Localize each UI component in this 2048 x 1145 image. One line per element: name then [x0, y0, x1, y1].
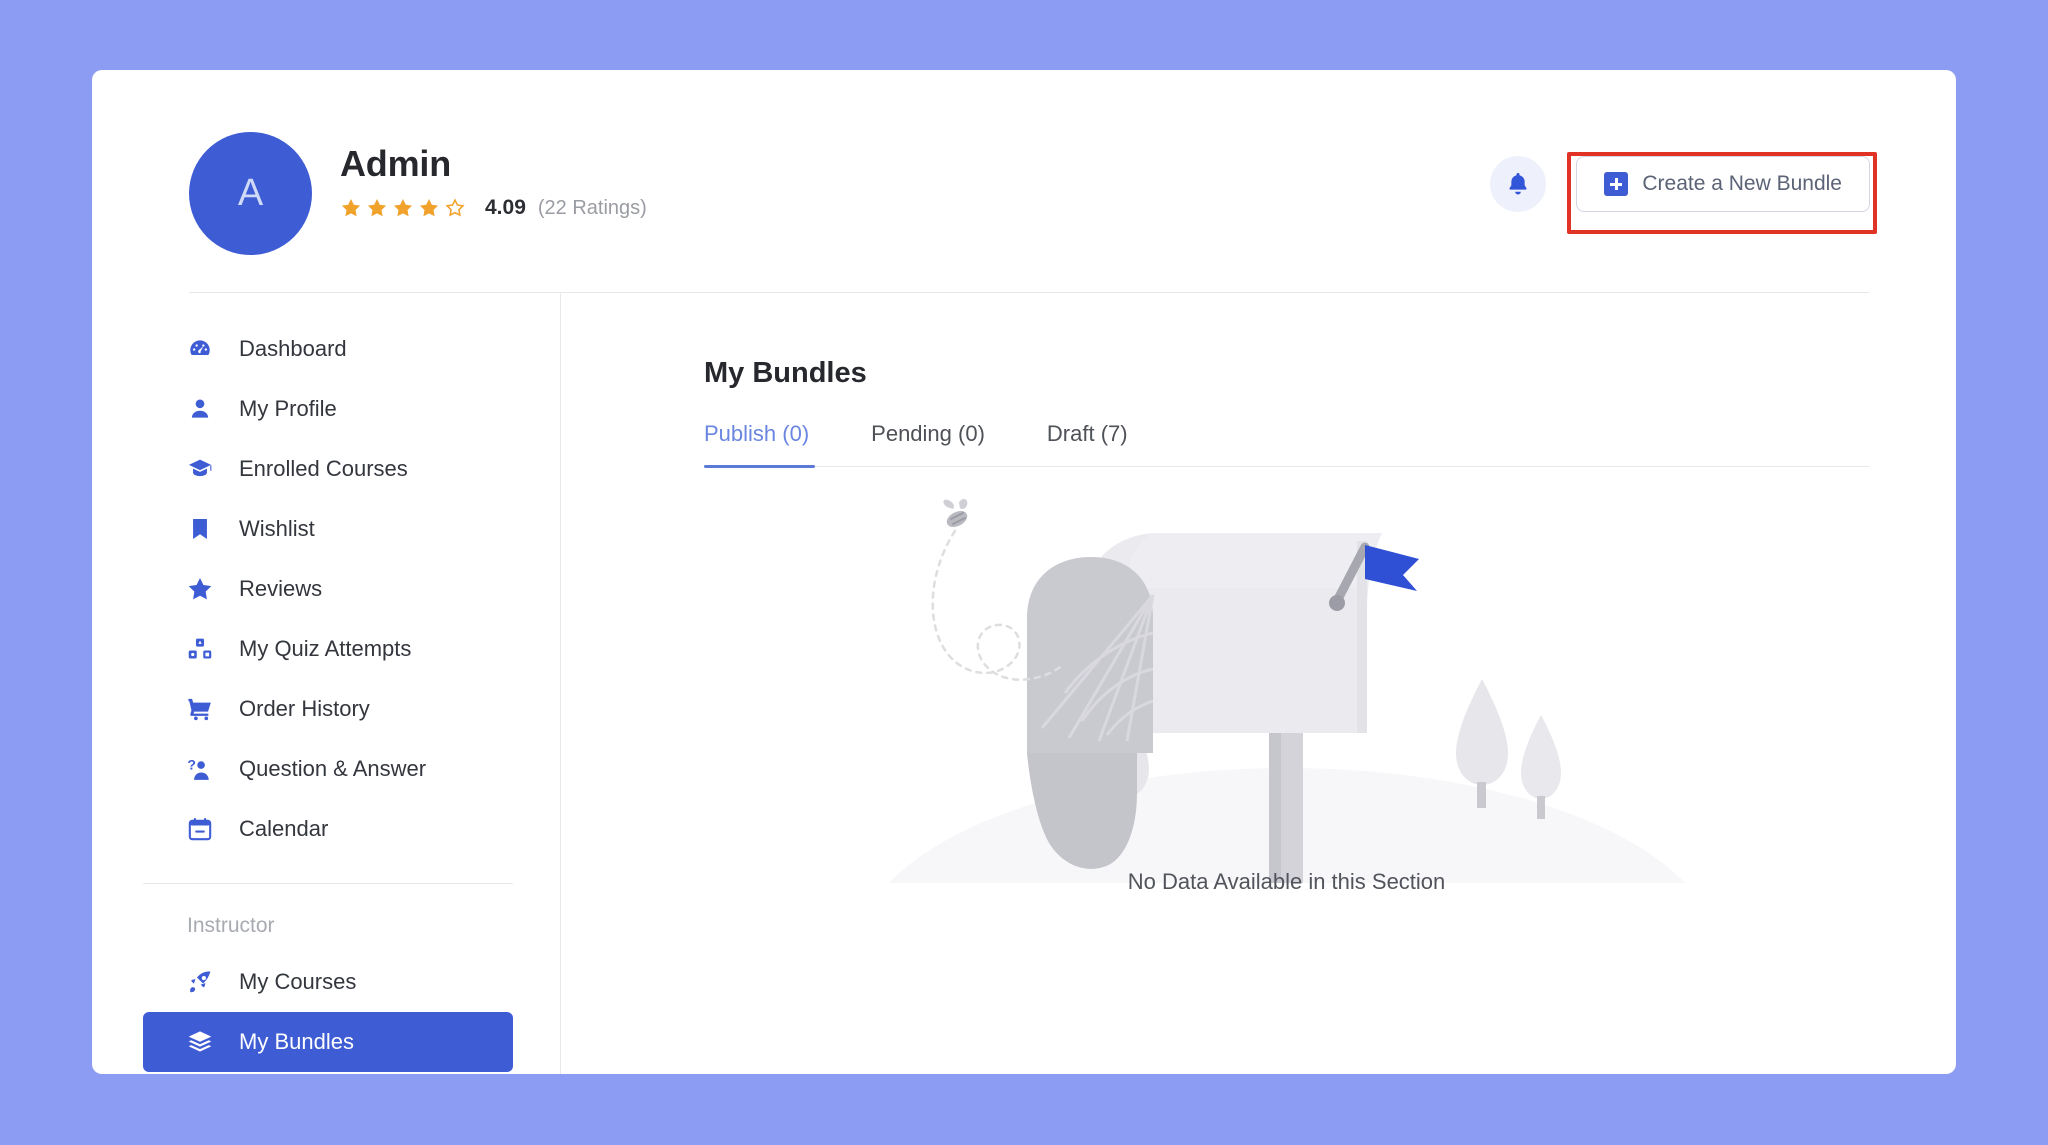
sidebar-item-label: Reviews [239, 576, 323, 601]
sidebar-item-label: Calendar [239, 816, 329, 841]
page-title: My Bundles [704, 357, 867, 389]
sidebar-item-question-answer[interactable]: ? Question & Answer [143, 739, 513, 799]
star-filled-icon [341, 199, 361, 217]
star-filled-icon [419, 199, 439, 217]
sidebar-item-my-quiz-attempts[interactable]: My Quiz Attempts [143, 619, 513, 679]
tab-draft[interactable]: Draft (7) [1047, 421, 1162, 466]
star-empty-icon [445, 198, 465, 217]
sidebar-item-reviews[interactable]: Reviews [143, 559, 513, 619]
empty-state-message: No Data Available in this Section [1127, 869, 1446, 894]
create-new-bundle-label: Create a New Bundle [1642, 172, 1842, 195]
sidebar-item-label: My Quiz Attempts [239, 636, 412, 661]
sidebar-item-enrolled-courses[interactable]: Enrolled Courses [143, 439, 513, 499]
notification-button[interactable] [1490, 156, 1547, 212]
sidebar-primary-nav: Dashboard My Profile Enrolled Courses Wi… [92, 293, 560, 859]
rating-row: 4.09 (22 Ratings) [340, 195, 647, 221]
sidebar-item-calendar[interactable]: Calendar [143, 799, 513, 859]
rating-count: (22 Ratings) [537, 196, 647, 219]
bookmark-icon [187, 516, 213, 542]
sidebar-item-label: My Courses [239, 969, 357, 994]
sidebar-item-label: Order History [239, 696, 370, 721]
sidebar: Dashboard My Profile Enrolled Courses Wi… [92, 293, 561, 1074]
avatar-initial: A [237, 172, 264, 214]
shopping-cart-icon [187, 696, 213, 722]
sidebar-item-label: Wishlist [239, 516, 315, 541]
flag-shape [1364, 545, 1419, 591]
main-content: My Bundles Publish (0) Pending (0) Draft… [562, 293, 1956, 1074]
profile-header: A Admin 4.09 (22 Ratings) Create a New B… [92, 70, 1956, 292]
sidebar-instructor-nav: My Courses My Bundles [92, 952, 560, 1072]
sidebar-item-order-history[interactable]: Order History [143, 679, 513, 739]
mailbox-empty-illustration [888, 499, 1685, 883]
calendar-icon [187, 816, 213, 842]
sidebar-item-label: Dashboard [239, 336, 347, 361]
plus-square-icon [1604, 172, 1629, 196]
sidebar-item-my-courses[interactable]: My Courses [143, 952, 513, 1012]
mailbox-door [1026, 557, 1154, 869]
dashboard-card: A Admin 4.09 (22 Ratings) Create a New B… [92, 70, 1956, 1074]
rocket-icon [187, 969, 213, 995]
dashboard-gauge-icon [187, 336, 213, 362]
question-answer-icon: ? [187, 756, 213, 782]
layers-icon [187, 1029, 213, 1055]
sidebar-item-my-profile[interactable]: My Profile [143, 379, 513, 439]
svg-text:?: ? [187, 756, 196, 772]
sidebar-item-label: My Profile [239, 396, 337, 421]
identity-block: Admin 4.09 (22 Ratings) [340, 142, 647, 221]
sidebar-item-wishlist[interactable]: Wishlist [143, 499, 513, 559]
sidebar-item-label: My Bundles [239, 1029, 354, 1054]
bell-icon [1509, 173, 1527, 195]
sidebar-section-label: Instructor [187, 914, 275, 937]
sidebar-item-label: Enrolled Courses [239, 456, 408, 481]
bundle-status-tabs: Publish (0) Pending (0) Draft (7) [704, 421, 1869, 468]
quiz-blocks-icon [187, 636, 213, 662]
app-root: A Admin 4.09 (22 Ratings) Create a New B… [0, 0, 2048, 1145]
tab-pending[interactable]: Pending (0) [871, 421, 1019, 466]
rating-value: 4.09 [485, 196, 526, 219]
bee-icon [942, 499, 967, 528]
header-actions: Create a New Bundle [1490, 156, 1870, 212]
star-filled-icon [393, 199, 413, 217]
sidebar-item-my-bundles[interactable]: My Bundles [143, 1012, 513, 1072]
sidebar-item-dashboard[interactable]: Dashboard [143, 319, 513, 379]
user-name: Admin [340, 143, 451, 184]
tab-publish[interactable]: Publish (0) [704, 421, 843, 468]
star-rating [340, 197, 466, 219]
star-filled-icon [367, 199, 387, 217]
avatar: A [189, 132, 312, 255]
create-new-bundle-button[interactable]: Create a New Bundle [1576, 156, 1870, 212]
graduation-cap-icon [187, 456, 213, 482]
empty-state: No Data Available in this Section [704, 483, 1869, 895]
star-icon [187, 576, 213, 602]
sidebar-item-label: Question & Answer [239, 756, 427, 781]
user-icon [187, 396, 213, 422]
